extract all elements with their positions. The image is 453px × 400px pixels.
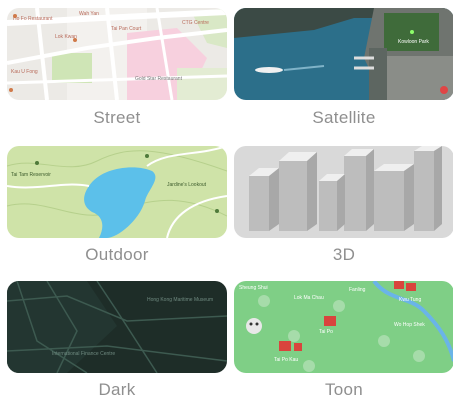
outdoor-poi-1: Tai Tam Reservoir bbox=[11, 172, 51, 178]
dark-poi-2: International Finance Centre bbox=[52, 351, 115, 357]
label-satellite: Satellite bbox=[312, 108, 376, 127]
satellite-park-label: Kowloon Park bbox=[398, 39, 429, 45]
street-poi-5: CTG Centre bbox=[182, 20, 209, 26]
label-toon: Toon bbox=[324, 380, 364, 399]
toon-map-preview: Sheung Shui Lok Ma Chau Fanling Kwu Tung… bbox=[234, 281, 453, 373]
map-style-outdoor-card[interactable]: Tai Tam Reservoir Jardine's Lookout bbox=[7, 146, 227, 238]
dark-poi-1: Hong Kong Maritime Museum bbox=[147, 297, 213, 303]
toon-place-2: Lok Ma Chau bbox=[294, 295, 324, 301]
toon-place-7: Wo Hop Shek bbox=[394, 322, 425, 328]
satellite-map-preview: Kowloon Park bbox=[234, 8, 453, 100]
map-style-toon-card[interactable]: Sheung Shui Lok Ma Chau Fanling Kwu Tung… bbox=[234, 281, 453, 373]
toon-place-1: Sheung Shui bbox=[239, 285, 268, 291]
label-dark: Dark bbox=[98, 380, 136, 399]
label-outdoor: Outdoor bbox=[85, 245, 149, 264]
map-style-dark-card[interactable]: Hong Kong Maritime Museum International … bbox=[7, 281, 227, 373]
toon-place-4: Kwu Tung bbox=[399, 297, 421, 303]
outdoor-map-preview: Tai Tam Reservoir Jardine's Lookout bbox=[7, 146, 227, 238]
outdoor-poi-2: Jardine's Lookout bbox=[167, 182, 207, 188]
map-style-3d-card[interactable] bbox=[234, 146, 453, 238]
map-style-street-card[interactable]: Ho Fo Restaurant Wah Yan Tai Pan Court L… bbox=[7, 8, 227, 100]
label-3d: 3D bbox=[332, 245, 356, 264]
label-street: Street bbox=[93, 108, 141, 127]
street-map-preview: Ho Fo Restaurant Wah Yan Tai Pan Court L… bbox=[7, 8, 227, 100]
toon-place-6: Tai Po Kau bbox=[274, 357, 298, 363]
map-style-satellite-card[interactable]: Kowloon Park bbox=[234, 8, 453, 100]
street-poi-3: Tai Pan Court bbox=[111, 26, 142, 32]
toon-place-3: Fanling bbox=[349, 287, 366, 293]
street-poi-2: Wah Yan bbox=[79, 11, 99, 17]
dark-map-preview: Hong Kong Maritime Museum International … bbox=[7, 281, 227, 373]
threed-map-preview bbox=[234, 146, 453, 238]
street-poi-7: Gold Star Restaurant bbox=[135, 76, 183, 82]
street-poi-1: Ho Fo Restaurant bbox=[13, 16, 53, 22]
street-poi-6: Kau U Fong bbox=[11, 69, 38, 75]
toon-place-5: Tai Po bbox=[319, 329, 333, 335]
